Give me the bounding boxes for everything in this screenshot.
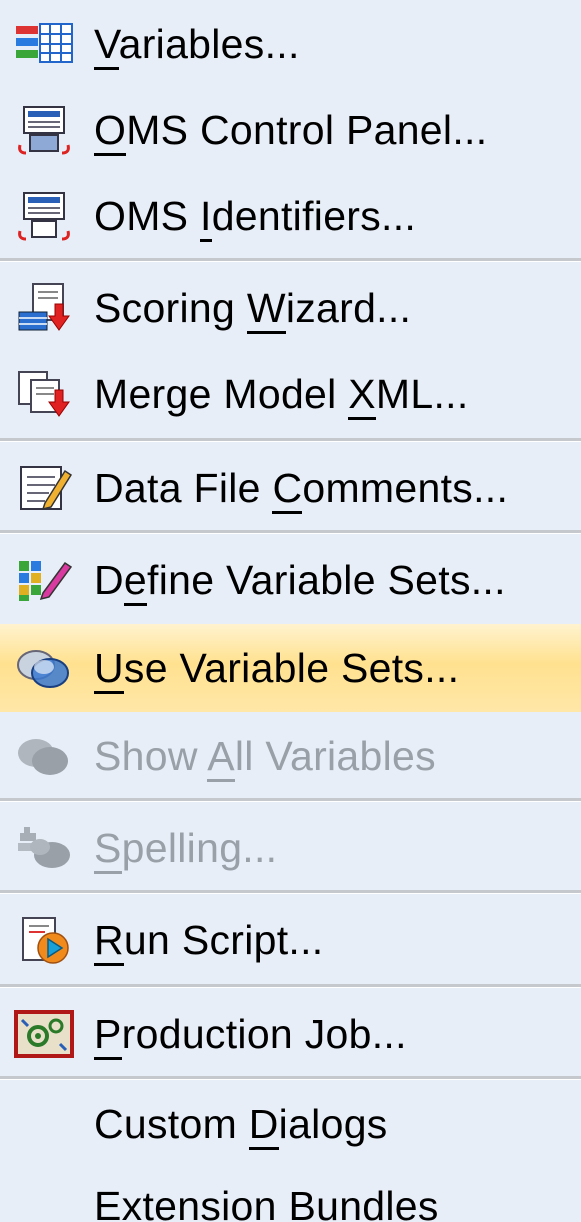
menu-item-label: Data File Comments...	[94, 464, 508, 514]
define-variable-sets-icon	[10, 552, 78, 608]
scoring-wizard-icon	[10, 280, 78, 336]
menu-item-label: Scoring Wizard...	[94, 284, 411, 334]
menu-item-label: Use Variable Sets...	[94, 644, 459, 694]
menu-item-label: Define Variable Sets...	[94, 556, 506, 606]
menu-item-data-file-comments[interactable]: Data File Comments...	[0, 444, 581, 532]
menu-item-define-variable-sets[interactable]: Define Variable Sets...	[0, 536, 581, 624]
menu-item-label: OMS Control Panel...	[94, 106, 487, 156]
menu-item-production-job[interactable]: Production Job...	[0, 990, 581, 1078]
menu-item-label: Show All Variables	[94, 732, 436, 782]
utilities-menu: Variables... OMS Control Panel... OMS Id…	[0, 0, 581, 1222]
menu-item-use-variable-sets[interactable]: Use Variable Sets...	[0, 624, 581, 712]
variables-grid-icon	[10, 16, 78, 72]
data-file-comments-icon	[10, 460, 78, 516]
menu-item-label: Custom Dialogs	[94, 1100, 388, 1150]
menu-item-label: Extension Bundles	[94, 1183, 439, 1222]
menu-separator	[0, 530, 581, 534]
show-all-variables-icon	[10, 728, 78, 784]
menu-item-spelling[interactable]: Spelling...	[0, 804, 581, 892]
use-variable-sets-icon	[10, 640, 78, 696]
menu-item-label: OMS Identifiers...	[94, 192, 416, 242]
merge-model-xml-icon	[10, 366, 78, 422]
menu-item-show-all-variables[interactable]: Show All Variables	[0, 712, 581, 800]
menu-item-oms-identifiers[interactable]: OMS Identifiers...	[0, 172, 581, 260]
production-job-icon	[10, 1006, 78, 1062]
spelling-icon	[10, 820, 78, 876]
menu-item-label: Spelling...	[94, 824, 277, 874]
oms-control-panel-icon	[10, 102, 78, 158]
menu-item-label: Merge Model XML...	[94, 370, 469, 420]
menu-separator	[0, 798, 581, 802]
menu-item-oms-control-panel[interactable]: OMS Control Panel...	[0, 86, 581, 174]
menu-item-label: Production Job...	[94, 1010, 407, 1060]
menu-separator	[0, 984, 581, 988]
menu-item-merge-model-xml[interactable]: Merge Model XML...	[0, 350, 581, 438]
run-script-icon	[10, 912, 78, 968]
menu-item-label: Variables...	[94, 20, 300, 70]
oms-identifiers-icon	[10, 188, 78, 244]
menu-item-label: Run Script...	[94, 916, 324, 966]
menu-item-run-script[interactable]: Run Script...	[0, 896, 581, 984]
menu-item-custom-dialogs[interactable]: Custom Dialogs	[0, 1080, 581, 1168]
menu-separator	[0, 890, 581, 894]
menu-item-extension-bundles[interactable]: Extension Bundles	[0, 1162, 581, 1222]
menu-item-scoring-wizard[interactable]: Scoring Wizard...	[0, 264, 581, 352]
menu-item-variables[interactable]: Variables...	[0, 0, 581, 88]
menu-separator	[0, 438, 581, 442]
menu-separator	[0, 258, 581, 262]
